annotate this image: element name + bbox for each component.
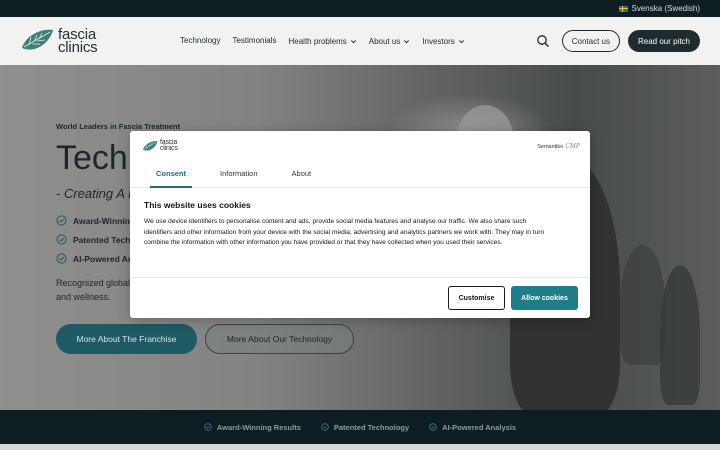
dialog-body-line: identifiers and other information from y… xyxy=(144,228,545,236)
chevron-down-icon xyxy=(350,39,356,43)
site-logo[interactable]: fascia clinics xyxy=(20,27,120,56)
main-nav: Technology Testimonials Health problems … xyxy=(180,36,465,46)
language-selector[interactable]: Svenska (Swedish) xyxy=(618,4,700,13)
hero-subtitle: - Creating A N xyxy=(56,186,138,201)
nav-label: About us xyxy=(368,36,401,46)
dialog-body-line: We use device identifiers to personalise… xyxy=(144,218,527,225)
logo-line-2: clinics xyxy=(160,145,178,152)
bullet-text: AI-Powered An xyxy=(73,253,134,264)
feature-label: Patented Technology xyxy=(333,422,410,432)
allow-cookies-button[interactable]: Allow cookies xyxy=(511,286,578,310)
read-pitch-button[interactable]: Read our pitch xyxy=(627,30,700,52)
cmp-brand-suffix: CMP xyxy=(565,142,580,150)
dialog-body: We use device identifiers to personalise… xyxy=(144,217,580,249)
hero-eyebrow: World Leaders in Fascia Treatment xyxy=(56,122,181,131)
site-header: fascia clinics Technology Testimonials H… xyxy=(0,17,720,65)
page-bottom-strip xyxy=(0,444,720,450)
dialog-body-line: combine the information with other infor… xyxy=(144,239,503,247)
nav-item-investors[interactable]: Investors xyxy=(422,37,464,46)
feature-item: AI-Powered Analysis xyxy=(429,423,516,432)
technology-button[interactable]: More About Our Technology xyxy=(205,324,354,354)
tab-consent[interactable]: Consent xyxy=(150,161,192,188)
nav-item-health-problems[interactable]: Health problems xyxy=(289,37,357,46)
feature-label: Award-Winning Results xyxy=(216,422,301,432)
features-bar: Award-Winning Results Patented Technolog… xyxy=(0,410,720,444)
hero-bullet-list: Award-Winning Patented Techn AI-Powered … xyxy=(56,215,136,264)
nav-item-testimonials[interactable]: Testimonials xyxy=(232,36,276,45)
dialog-header: fascia clinics Semantiko CMP xyxy=(130,131,590,161)
feature-item: Award-Winning Results xyxy=(204,423,301,432)
dialog-title: This website uses cookies xyxy=(144,200,251,210)
search-icon[interactable] xyxy=(536,34,550,48)
check-circle-icon xyxy=(321,423,329,431)
nav-label: Testimonials xyxy=(232,35,277,45)
cookie-consent-dialog: fascia clinics Semantiko CMP Consent Inf… xyxy=(130,131,590,318)
contact-us-button[interactable]: Contact us xyxy=(561,30,620,52)
list-item: Award-Winning xyxy=(56,215,136,226)
check-circle-icon xyxy=(204,423,212,431)
check-circle-icon xyxy=(429,423,437,431)
nav-item-technology[interactable]: Technology xyxy=(180,36,220,45)
cmp-brand[interactable]: Semantiko CMP xyxy=(537,142,580,150)
language-label: Svenska (Swedish) xyxy=(631,4,700,13)
franchise-button[interactable]: More About The Franchise xyxy=(56,324,197,354)
cmp-brand-name: Semantiko xyxy=(537,144,564,150)
dialog-tabs: Consent Information About xyxy=(130,161,590,188)
leaf-logo-icon xyxy=(22,29,53,50)
chevron-down-icon xyxy=(404,39,410,43)
check-circle-icon xyxy=(56,253,67,264)
check-circle-icon xyxy=(56,234,67,245)
bullet-text: Patented Techn xyxy=(73,234,136,245)
nav-item-about-us[interactable]: About us xyxy=(369,37,411,46)
top-bar: Svenska (Swedish) xyxy=(0,0,720,17)
dialog-divider xyxy=(130,277,590,278)
nav-label: Health problems xyxy=(288,36,347,46)
bullet-text: Award-Winning xyxy=(73,215,136,226)
tab-about[interactable]: About xyxy=(286,161,318,187)
list-item: Patented Techn xyxy=(56,234,136,245)
tab-information[interactable]: Information xyxy=(214,161,264,187)
chevron-down-icon xyxy=(458,39,464,43)
dialog-logo: fascia clinics xyxy=(142,139,178,153)
feature-item: Patented Technology xyxy=(321,423,409,432)
customise-button[interactable]: Customise xyxy=(448,286,505,310)
nav-label: Investors xyxy=(422,36,455,46)
list-item: AI-Powered An xyxy=(56,253,136,264)
logo-line-2: clinics xyxy=(58,39,98,56)
leaf-logo-icon xyxy=(142,140,158,151)
nav-label: Technology xyxy=(180,35,221,45)
swedish-flag-icon xyxy=(618,5,628,12)
feature-label: AI-Powered Analysis xyxy=(442,422,517,432)
check-circle-icon xyxy=(56,215,67,226)
